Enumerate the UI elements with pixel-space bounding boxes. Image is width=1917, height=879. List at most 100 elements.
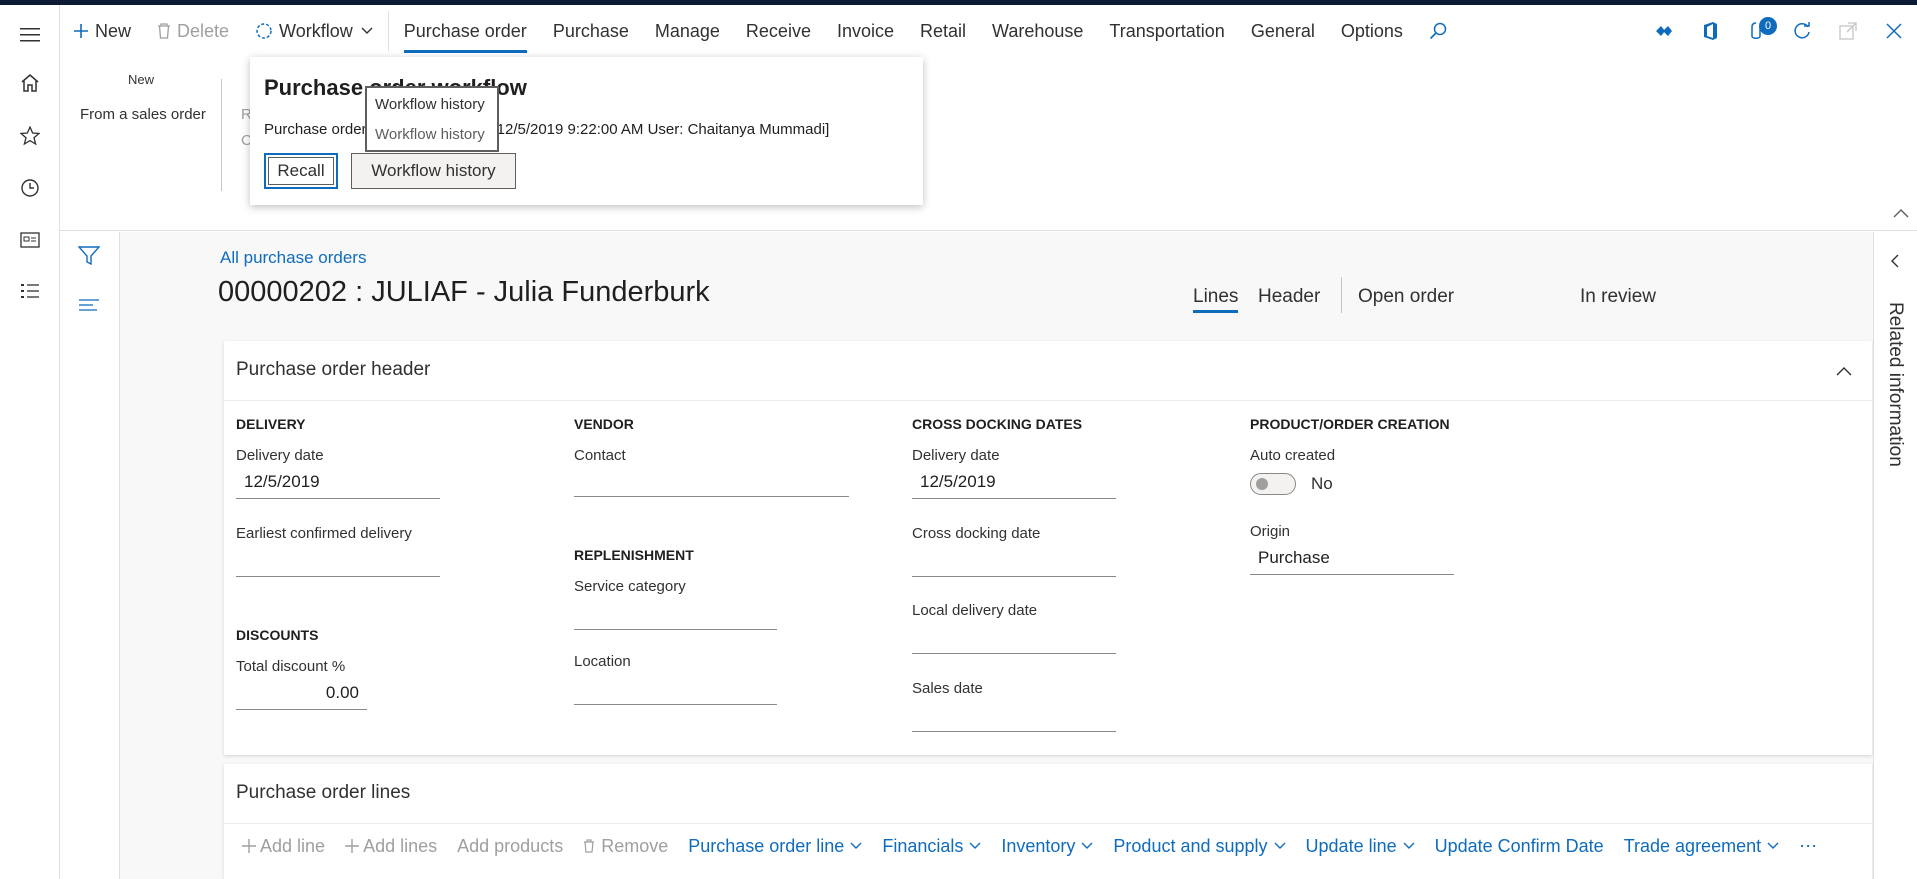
collapse-ribbon-icon[interactable] [1893,205,1909,223]
view-header[interactable]: Header [1258,286,1320,308]
product-supply-label: Product and supply [1113,835,1268,856]
tooltip-title: Workflow history [375,96,485,113]
recent-icon[interactable] [14,172,46,204]
trash-icon [157,23,171,39]
new-button[interactable]: New [60,5,144,57]
workflow-status-text: Purchase order [Last action taken: 12/5/… [264,121,830,138]
add-line-label: Add line [260,835,326,856]
page-title: 00000202 : JULIAF - Julia Funderburk [218,276,710,308]
auto-created-label: Auto created [1250,447,1336,464]
tab-invoice[interactable]: Invoice [824,5,907,57]
search-icon[interactable] [1416,5,1460,57]
update-confirm-date-button[interactable]: Update Confirm Date [1435,836,1604,857]
purchase-order-line-menu[interactable]: Purchase order line [688,836,862,857]
location-field[interactable] [574,673,777,705]
contact-label: Contact [574,447,626,464]
open-new-window-icon[interactable] [1825,5,1871,57]
workflow-history-button[interactable]: Workflow history [351,153,516,189]
origin-label: Origin [1250,523,1291,540]
tab-general[interactable]: General [1238,5,1328,57]
workflow-icon [255,22,273,40]
update-line-menu[interactable]: Update line [1306,836,1415,857]
main-form: All purchase orders 00000202 : JULIAF - … [121,232,1917,879]
cd-delivery-date-label: Delivery date [912,447,1000,464]
section-replenishment: REPLENISHMENT [574,547,694,563]
view-lines[interactable]: Lines [1193,286,1239,313]
product-supply-menu[interactable]: Product and supply [1113,835,1286,857]
recall-button[interactable]: Recall [264,153,338,189]
refresh-icon[interactable] [1779,5,1825,57]
collapse-chevron-icon[interactable] [1836,363,1852,381]
trade-agreement-label: Trade agreement [1623,835,1762,856]
earliest-confirmed-label: Earliest confirmed delivery [236,525,412,542]
delete-button[interactable]: Delete [144,5,242,57]
service-category-field[interactable] [574,598,777,630]
workspaces-icon[interactable] [14,224,46,256]
attachments-icon[interactable]: 0 [1733,5,1779,57]
cd-delivery-date-field[interactable]: 12/5/2019 [912,467,1116,499]
notification-badge: 0 [1759,17,1777,35]
total-discount-field[interactable]: 0.00 [236,678,367,710]
auto-created-toggle[interactable] [1250,473,1296,495]
home-icon[interactable] [14,67,46,99]
tab-warehouse[interactable]: Warehouse [979,5,1096,57]
local-delivery-date-field[interactable] [912,622,1116,654]
add-line-button[interactable]: Add line [242,836,325,857]
plus-icon [345,839,360,853]
tab-purchase-order[interactable]: Purchase order [391,5,540,57]
tab-purchase[interactable]: Purchase [540,5,642,57]
section-discounts: DISCOUNTS [236,627,319,643]
tab-receive[interactable]: Receive [733,5,824,57]
separator [387,11,389,51]
plus-icon [73,23,89,39]
add-lines-button[interactable]: Add lines [345,836,437,857]
related-information-pane[interactable]: Related information [1873,232,1917,879]
favorites-icon[interactable] [14,120,46,152]
origin-field[interactable]: Purchase [1250,543,1454,575]
hamburger-icon[interactable] [14,19,46,51]
add-products-button[interactable]: Add products [457,836,563,857]
status-open-order: Open order [1358,286,1455,307]
office-icon[interactable] [1687,5,1733,57]
card-header[interactable]: Purchase order header [224,341,1872,401]
financials-menu[interactable]: Financials [882,836,981,857]
tab-options[interactable]: Options [1328,5,1416,57]
local-delivery-date-label: Local delivery date [912,602,1038,619]
chevron-down-icon [361,27,373,35]
chevron-left-icon[interactable] [1890,254,1899,273]
section-product-order-creation: PRODUCT/ORDER CREATION [1250,416,1450,432]
delivery-date-label: Delivery date [236,447,324,464]
modules-icon[interactable] [14,275,46,307]
tab-transportation[interactable]: Transportation [1096,5,1237,57]
more-options-button[interactable]: ⋯ [1799,836,1817,857]
lines-toolbar: Add line Add lines Add products Remove P… [224,824,1872,868]
delivery-date-field[interactable]: 12/5/2019 [236,467,440,499]
cross-docking-date-field[interactable] [912,545,1116,577]
earliest-confirmed-field[interactable] [236,545,440,577]
tab-manage[interactable]: Manage [642,5,733,57]
filter-icon[interactable] [77,246,101,271]
action-pane: New Delete Workflow Purchase order Purch… [60,5,1917,57]
close-icon[interactable] [1871,5,1917,57]
purchase-order-header-card: Purchase order header DELIVERY Delivery … [224,341,1872,755]
chevron-down-icon [1081,842,1093,850]
sales-date-field[interactable] [912,700,1116,732]
contact-field[interactable] [574,465,849,497]
list-view-icon[interactable] [79,298,99,317]
inventory-menu[interactable]: Inventory [1001,836,1093,857]
po-line-label: Purchase order line [688,835,845,856]
remove-button[interactable]: Remove [583,836,668,857]
tab-retail[interactable]: Retail [907,5,979,57]
from-sales-order-button[interactable]: From a sales order [80,106,206,123]
service-category-label: Service category [574,578,686,595]
content-area: All purchase orders 00000202 : JULIAF - … [60,232,1917,879]
chevron-down-icon [1274,842,1286,850]
chevron-down-icon [850,842,862,850]
sales-date-label: Sales date [912,680,983,697]
views-separator [1341,277,1342,313]
breadcrumb[interactable]: All purchase orders [220,248,366,268]
workflow-button[interactable]: Workflow [242,5,386,57]
trade-agreement-menu[interactable]: Trade agreement [1624,836,1779,857]
lines-card-header[interactable]: Purchase order lines [224,764,1872,824]
power-automate-icon[interactable] [1641,5,1687,57]
